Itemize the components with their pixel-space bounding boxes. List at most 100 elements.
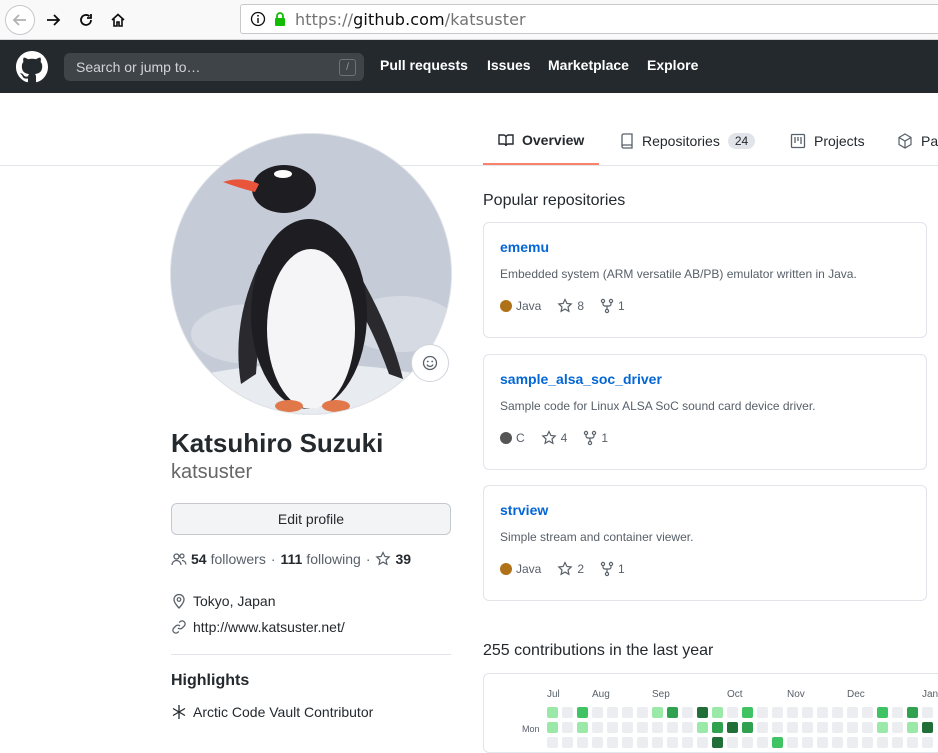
- tab-packages[interactable]: Pa: [897, 117, 938, 165]
- contribution-day[interactable]: [712, 737, 723, 748]
- contribution-day[interactable]: [892, 707, 903, 718]
- contribution-day[interactable]: [637, 707, 648, 718]
- contribution-day[interactable]: [802, 707, 813, 718]
- repo-name-link[interactable]: strview: [500, 502, 548, 518]
- contribution-day[interactable]: [577, 737, 588, 748]
- nav-explore[interactable]: Explore: [647, 57, 698, 73]
- contribution-day[interactable]: [832, 722, 843, 733]
- nav-issues[interactable]: Issues: [487, 57, 531, 73]
- highlight-text[interactable]: Arctic Code Vault Contributor: [193, 704, 373, 720]
- contribution-day[interactable]: [847, 707, 858, 718]
- contribution-day[interactable]: [697, 737, 708, 748]
- contribution-day[interactable]: [862, 722, 873, 733]
- edit-profile-button[interactable]: Edit profile: [171, 503, 451, 535]
- contribution-day[interactable]: [772, 722, 783, 733]
- contribution-day[interactable]: [787, 722, 798, 733]
- repo-name-link[interactable]: sample_alsa_soc_driver: [500, 371, 662, 387]
- contribution-day[interactable]: [682, 707, 693, 718]
- contribution-day[interactable]: [772, 707, 783, 718]
- tab-repositories[interactable]: Repositories 24: [620, 117, 756, 165]
- contribution-day[interactable]: [727, 707, 738, 718]
- contribution-day[interactable]: [892, 737, 903, 748]
- contribution-day[interactable]: [697, 707, 708, 718]
- search-input[interactable]: Search or jump to… /: [64, 53, 364, 81]
- contribution-day[interactable]: [817, 737, 828, 748]
- contribution-day[interactable]: [862, 707, 873, 718]
- repo-forks-link[interactable]: 1: [600, 561, 625, 577]
- repo-stars-link[interactable]: 4: [541, 430, 567, 446]
- contribution-day[interactable]: [592, 737, 603, 748]
- forward-button[interactable]: [38, 5, 68, 35]
- contribution-day[interactable]: [757, 737, 768, 748]
- contribution-day[interactable]: [712, 707, 723, 718]
- contribution-day[interactable]: [847, 722, 858, 733]
- contribution-day[interactable]: [727, 737, 738, 748]
- contribution-day[interactable]: [727, 722, 738, 733]
- contribution-day[interactable]: [787, 737, 798, 748]
- contribution-day[interactable]: [562, 722, 573, 733]
- contribution-day[interactable]: [622, 737, 633, 748]
- contribution-day[interactable]: [607, 722, 618, 733]
- repo-forks-link[interactable]: 1: [600, 298, 625, 314]
- contribution-day[interactable]: [832, 737, 843, 748]
- contribution-day[interactable]: [667, 722, 678, 733]
- github-logo-icon[interactable]: [16, 51, 48, 83]
- contribution-day[interactable]: [712, 722, 723, 733]
- reload-button[interactable]: [71, 5, 101, 35]
- nav-marketplace[interactable]: Marketplace: [548, 57, 629, 73]
- following-link[interactable]: 111 following: [281, 551, 361, 567]
- contribution-day[interactable]: [562, 737, 573, 748]
- contribution-day[interactable]: [742, 707, 753, 718]
- avatar[interactable]: [171, 134, 451, 414]
- contribution-day[interactable]: [862, 737, 873, 748]
- stars-link[interactable]: 39: [375, 551, 415, 567]
- contribution-day[interactable]: [592, 707, 603, 718]
- contribution-day[interactable]: [847, 737, 858, 748]
- contribution-day[interactable]: [832, 707, 843, 718]
- followers-link[interactable]: 54 followers: [191, 551, 266, 567]
- contribution-day[interactable]: [922, 707, 933, 718]
- url-bar[interactable]: https://github.com/katsuster: [240, 4, 938, 34]
- contribution-day[interactable]: [622, 722, 633, 733]
- contribution-day[interactable]: [682, 737, 693, 748]
- contribution-day[interactable]: [652, 707, 663, 718]
- contribution-day[interactable]: [877, 722, 888, 733]
- contribution-day[interactable]: [907, 737, 918, 748]
- contribution-day[interactable]: [652, 737, 663, 748]
- contribution-day[interactable]: [742, 737, 753, 748]
- contribution-day[interactable]: [877, 737, 888, 748]
- repo-forks-link[interactable]: 1: [583, 430, 608, 446]
- contribution-day[interactable]: [772, 737, 783, 748]
- contribution-day[interactable]: [667, 737, 678, 748]
- contribution-day[interactable]: [922, 722, 933, 733]
- contribution-day[interactable]: [562, 707, 573, 718]
- contribution-day[interactable]: [922, 737, 933, 748]
- contribution-day[interactable]: [697, 722, 708, 733]
- contribution-day[interactable]: [637, 737, 648, 748]
- set-status-button[interactable]: [411, 344, 449, 382]
- contribution-day[interactable]: [547, 722, 558, 733]
- nav-pull-requests[interactable]: Pull requests: [380, 57, 468, 73]
- contribution-day[interactable]: [877, 707, 888, 718]
- tab-projects[interactable]: Projects: [790, 117, 865, 165]
- repo-stars-link[interactable]: 8: [557, 298, 584, 314]
- repo-name-link[interactable]: ememu: [500, 239, 549, 255]
- contribution-day[interactable]: [757, 707, 768, 718]
- contribution-day[interactable]: [892, 722, 903, 733]
- contribution-day[interactable]: [742, 722, 753, 733]
- contribution-day[interactable]: [787, 707, 798, 718]
- contribution-day[interactable]: [802, 722, 813, 733]
- contribution-day[interactable]: [817, 707, 828, 718]
- back-button[interactable]: [5, 5, 35, 35]
- contribution-day[interactable]: [547, 707, 558, 718]
- info-icon[interactable]: [250, 11, 266, 27]
- contribution-day[interactable]: [622, 707, 633, 718]
- contribution-day[interactable]: [607, 737, 618, 748]
- contribution-day[interactable]: [757, 722, 768, 733]
- contribution-day[interactable]: [682, 722, 693, 733]
- contribution-day[interactable]: [637, 722, 648, 733]
- contribution-day[interactable]: [907, 707, 918, 718]
- contribution-day[interactable]: [802, 737, 813, 748]
- contribution-day[interactable]: [667, 707, 678, 718]
- contribution-day[interactable]: [817, 722, 828, 733]
